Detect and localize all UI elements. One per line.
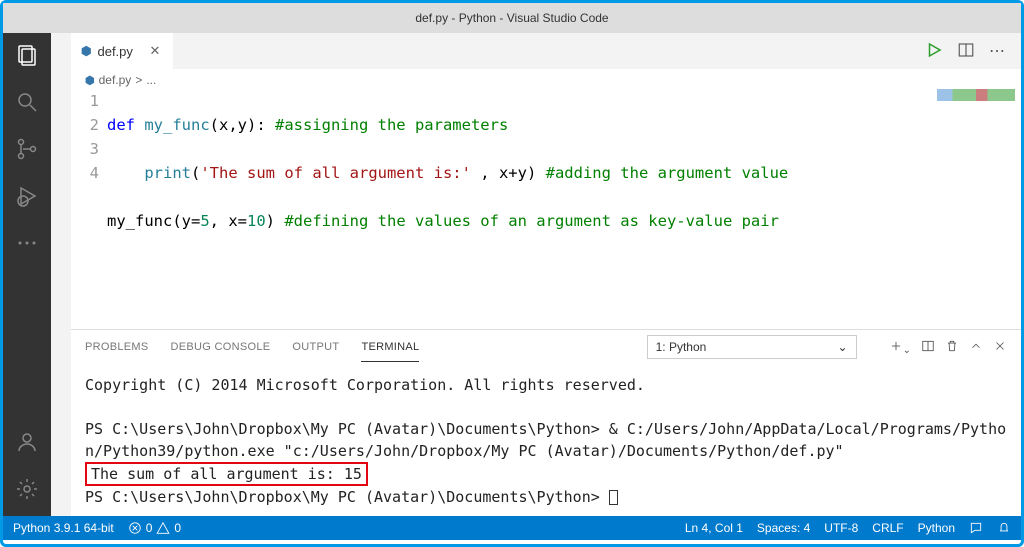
feedback-icon[interactable] — [969, 521, 983, 535]
tab-debug-console[interactable]: DEBUG CONSOLE — [171, 333, 271, 361]
status-python-version[interactable]: Python 3.9.1 64-bit — [13, 521, 114, 535]
sidebar-collapsed — [51, 33, 71, 516]
account-icon[interactable] — [15, 430, 39, 457]
breadcrumb-file: def.py — [99, 73, 132, 87]
python-file-icon: ⬢ — [85, 74, 95, 87]
status-language[interactable]: Python — [918, 521, 955, 535]
status-encoding[interactable]: UTF-8 — [824, 521, 858, 535]
status-bar: Python 3.9.1 64-bit 0 0 Ln 4, Col 1 Spac… — [3, 516, 1021, 540]
run-debug-icon[interactable] — [15, 184, 39, 211]
trash-icon[interactable] — [945, 339, 959, 356]
bottom-panel: PROBLEMS DEBUG CONSOLE OUTPUT TERMINAL 1… — [71, 329, 1021, 516]
window-titlebar: def.py - Python - Visual Studio Code — [3, 3, 1021, 33]
editor-tabs: ⬢ def.py ✕ ⋯ — [71, 33, 1021, 69]
code-lines[interactable]: def my_func(x,y): #assigning the paramet… — [107, 89, 1021, 329]
breadcrumb-more: ... — [146, 73, 156, 87]
breadcrumb-sep: > — [135, 73, 142, 87]
status-cursor-pos[interactable]: Ln 4, Col 1 — [685, 521, 743, 535]
more-actions-icon[interactable]: ⋯ — [989, 41, 1005, 61]
source-control-icon[interactable] — [15, 137, 39, 164]
python-file-icon: ⬢ — [81, 44, 91, 58]
status-spaces[interactable]: Spaces: 4 — [757, 521, 810, 535]
terminal-output[interactable]: Copyright (C) 2014 Microsoft Corporation… — [71, 364, 1021, 516]
status-eol[interactable]: CRLF — [872, 521, 903, 535]
tab-problems[interactable]: PROBLEMS — [85, 333, 149, 361]
minimap[interactable] — [937, 89, 1015, 101]
settings-gear-icon[interactable] — [15, 477, 39, 504]
split-editor-icon[interactable] — [957, 41, 975, 62]
close-tab-icon[interactable]: ✕ — [147, 43, 163, 59]
tab-defpy[interactable]: ⬢ def.py ✕ — [71, 33, 173, 69]
chevron-down-icon: ⌄ — [838, 340, 848, 354]
run-file-icon[interactable] — [925, 41, 943, 62]
terminal-selector[interactable]: 1: Python ⌄ — [647, 335, 857, 359]
bell-icon[interactable] — [997, 521, 1011, 535]
window-title: def.py - Python - Visual Studio Code — [415, 11, 608, 25]
code-editor[interactable]: 1234 def my_func(x,y): #assigning the pa… — [71, 89, 1021, 329]
split-terminal-icon[interactable] — [921, 339, 935, 356]
close-panel-icon[interactable] — [993, 339, 1007, 356]
explorer-icon[interactable] — [15, 43, 39, 70]
highlighted-output: The sum of all argument is: 15 — [85, 462, 368, 486]
tab-label: def.py — [97, 44, 132, 59]
terminal-cursor — [609, 490, 618, 505]
more-icon[interactable] — [15, 231, 39, 258]
tab-terminal[interactable]: TERMINAL — [361, 333, 419, 362]
breadcrumb[interactable]: ⬢ def.py > ... — [71, 69, 1021, 89]
activity-bar — [3, 33, 51, 516]
chevron-up-icon[interactable] — [969, 339, 983, 356]
search-icon[interactable] — [15, 90, 39, 117]
new-terminal-icon[interactable]: ⌄ — [889, 339, 911, 356]
tab-output[interactable]: OUTPUT — [292, 333, 339, 361]
line-gutter: 1234 — [77, 89, 107, 329]
status-errors[interactable]: 0 0 — [128, 521, 181, 535]
